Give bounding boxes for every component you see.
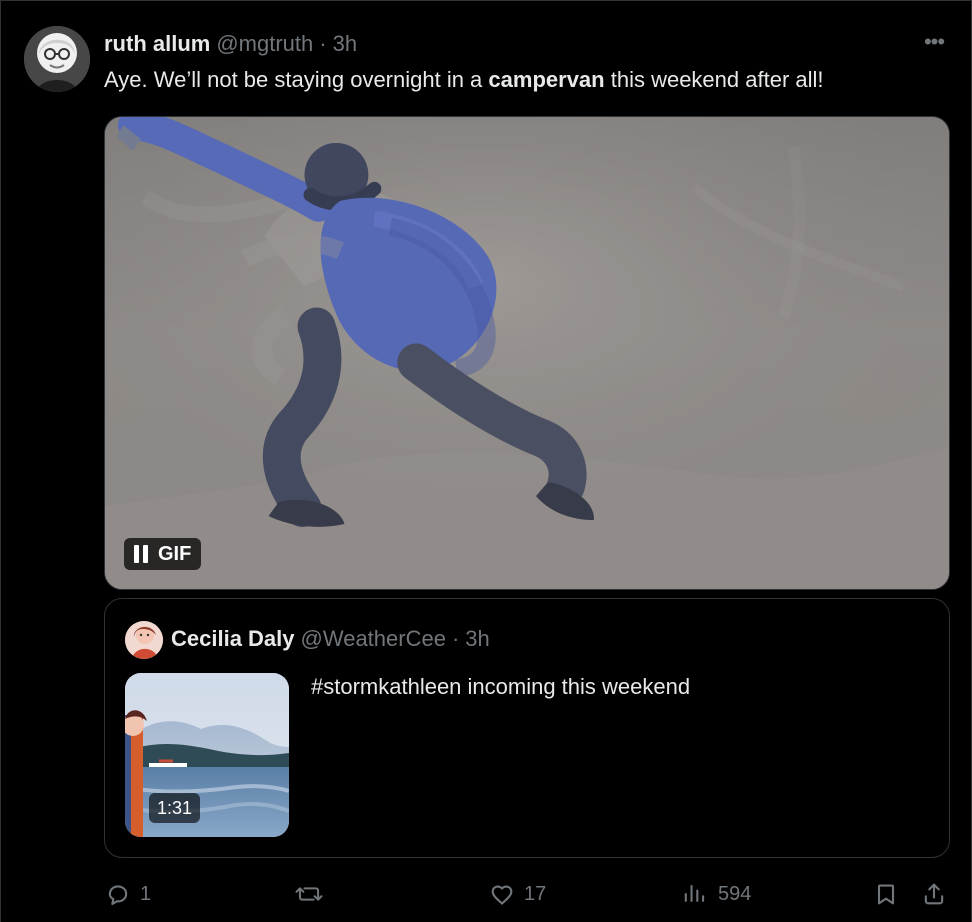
tweet-text-suffix: this weekend after all! [604, 67, 824, 92]
reply-count: 1 [140, 882, 152, 905]
views-button[interactable]: 594 [680, 872, 751, 916]
tweet-card[interactable]: ruth allum @mgtruth · 3h ••• Aye. We’ll … [0, 0, 972, 922]
bookmark-icon [877, 884, 895, 905]
gif-label: GIF [158, 543, 192, 565]
tweet-text-bold: campervan [488, 67, 605, 92]
heart-icon [491, 885, 513, 905]
header-separator: · [319, 31, 327, 56]
gif-media[interactable] [104, 116, 950, 590]
more-horizontal-icon: ••• [923, 29, 945, 54]
share-button[interactable] [920, 872, 948, 916]
views-count: 594 [718, 882, 752, 905]
reply-icon [108, 885, 128, 905]
quoted-author-handle[interactable]: @WeatherCee [301, 625, 446, 653]
tweet-text-prefix: Aye. We’ll not be staying overnight in a [104, 67, 489, 92]
like-button[interactable]: 17 [488, 872, 546, 916]
quoted-author-name[interactable]: Cecilia Daly [171, 625, 295, 653]
tweet-time[interactable]: 3h [333, 30, 357, 58]
author-handle[interactable]: @mgtruth [216, 30, 313, 58]
quoted-header-separator: · [451, 626, 460, 651]
quoted-author-avatar[interactable] [125, 621, 163, 659]
tweet-header: ruth allum @mgtruth · 3h [104, 30, 357, 58]
quoted-tweet-time[interactable]: 3h [465, 625, 489, 653]
share-icon [924, 883, 944, 905]
quoted-video-thumbnail[interactable]: 1:31 [125, 673, 289, 837]
quoted-author-avatar-image [125, 621, 163, 659]
repost-button[interactable] [292, 872, 334, 916]
bookmark-button[interactable] [872, 872, 900, 916]
author-avatar-image [24, 26, 90, 92]
quoted-tweet-text: #stormkathleen incoming this weekend [311, 674, 691, 699]
like-count: 17 [524, 882, 547, 905]
video-duration-badge: 1:31 [149, 793, 201, 823]
repost-icon [295, 887, 323, 901]
quoted-tweet-header: Cecilia Daly @WeatherCee · 3h [171, 625, 490, 653]
tweet-actions: 1 17 594 [104, 872, 952, 916]
pause-icon[interactable] [134, 545, 148, 563]
tweet-text: Aye. We’ll not be staying overnight in a… [104, 64, 954, 96]
gif-badge[interactable]: GIF [124, 538, 202, 570]
author-name[interactable]: ruth allum [104, 30, 210, 58]
storm-scene-image [105, 117, 949, 589]
quoted-tweet-card[interactable]: Cecilia Daly @WeatherCee · 3h 1:31 #stor… [104, 598, 950, 858]
author-avatar[interactable] [24, 26, 90, 92]
views-icon [684, 884, 705, 902]
more-options-button[interactable]: ••• [920, 28, 948, 56]
reply-button[interactable]: 1 [104, 872, 151, 916]
